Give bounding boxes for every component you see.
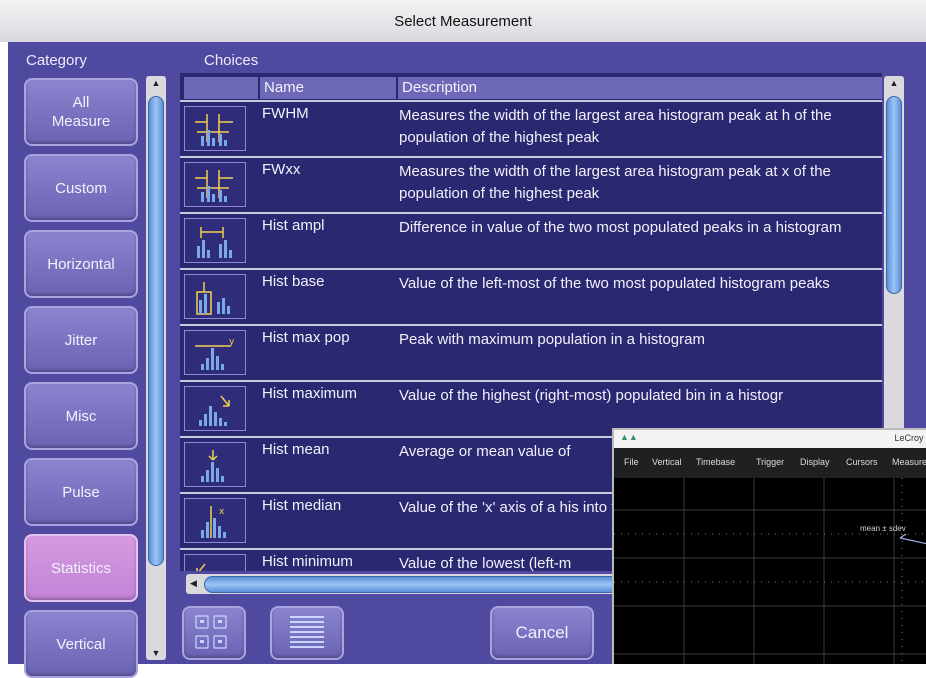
- fwhm-icon: [184, 106, 246, 151]
- scope-brand: LeCroy V: [894, 433, 926, 443]
- row-description: Peak with maximum population in a histog…: [399, 331, 705, 348]
- list-view-icon: [290, 616, 324, 648]
- scope-display-grid: [614, 478, 926, 664]
- category-all-measure-label: All Measure: [51, 94, 111, 130]
- choices-label: Choices: [204, 52, 259, 69]
- category-scroll-thumb[interactable]: [148, 96, 164, 566]
- row-name: Hist median: [262, 497, 342, 514]
- row-name: Hist ampl: [262, 217, 325, 234]
- scope-menu-display[interactable]: Display: [800, 457, 830, 467]
- category-scrollbar[interactable]: ▲ ▼: [146, 76, 166, 660]
- hist-minimum-icon: [184, 554, 246, 571]
- category-vertical-label: Vertical: [56, 635, 106, 653]
- dialog-title: Select Measurement: [394, 13, 532, 30]
- table-row[interactable]: FWxx Measures the width of the largest a…: [180, 156, 882, 212]
- row-description: Value of the highest (right-most) popula…: [399, 387, 784, 404]
- row-name: FWHM: [262, 105, 309, 122]
- category-misc[interactable]: Misc: [24, 382, 138, 450]
- row-description: Measures the width of the largest area h…: [399, 107, 832, 146]
- scope-menu-trigger[interactable]: Trigger: [756, 457, 784, 467]
- hist-mean-icon: [184, 442, 246, 487]
- table-header: Name Description: [180, 73, 882, 100]
- scope-title-bar: ▲▲ LeCroy V: [614, 430, 926, 448]
- scroll-down-arrow-icon[interactable]: ▼: [146, 648, 166, 658]
- scroll-left-arrow-icon[interactable]: ◀: [190, 578, 197, 589]
- category-label: Category: [26, 52, 87, 69]
- row-name: Hist mean: [262, 441, 330, 458]
- category-misc-label: Misc: [65, 407, 97, 425]
- svg-text:x: x: [219, 507, 225, 517]
- cancel-button-label: Cancel: [515, 623, 569, 642]
- category-list: All Measure Custom Horizontal Jitter Mis…: [24, 73, 142, 678]
- table-row[interactable]: y Hist max pop Peak with maximum populat…: [180, 324, 882, 380]
- row-name: Hist base: [262, 273, 325, 290]
- scroll-up-arrow-icon[interactable]: ▲: [884, 78, 904, 88]
- row-name: Hist max pop: [262, 329, 350, 346]
- list-view-button[interactable]: [270, 606, 344, 660]
- scope-menu-bar: File Vertical Timebase Trigger Display C…: [614, 448, 926, 478]
- scope-menu-measure[interactable]: Measure: [892, 457, 926, 467]
- category-pulse[interactable]: Pulse: [24, 458, 138, 526]
- category-vertical[interactable]: Vertical: [24, 610, 138, 678]
- description-column-header[interactable]: Description: [398, 77, 882, 99]
- category-custom-label: Custom: [55, 179, 107, 197]
- row-description: Measures the width of the largest area h…: [399, 163, 831, 202]
- fwxx-icon: [184, 162, 246, 207]
- table-row[interactable]: Hist ampl Difference in value of the two…: [180, 212, 882, 268]
- grid-view-icon: [195, 615, 227, 649]
- row-description: Difference in value of the two most popu…: [399, 219, 842, 236]
- scope-menu-timebase[interactable]: Timebase: [696, 457, 735, 467]
- category-pulse-label: Pulse: [62, 483, 100, 501]
- scope-menu-vertical[interactable]: Vertical: [652, 457, 682, 467]
- table-row[interactable]: FWHM Measures the width of the largest a…: [180, 100, 882, 156]
- category-all-measure[interactable]: All Measure: [24, 78, 138, 146]
- hist-ampl-icon: [184, 218, 246, 263]
- name-column-header[interactable]: Name: [260, 77, 396, 99]
- category-jitter-label: Jitter: [64, 331, 98, 349]
- scroll-up-arrow-icon[interactable]: ▲: [146, 78, 166, 88]
- hist-base-icon: [184, 274, 246, 319]
- scope-menu-cursors[interactable]: Cursors: [846, 457, 878, 467]
- category-custom[interactable]: Custom: [24, 154, 138, 222]
- dialog-title-bar: Select Measurement: [0, 0, 926, 42]
- category-jitter[interactable]: Jitter: [24, 306, 138, 374]
- grid-view-button[interactable]: [182, 606, 246, 660]
- category-horizontal-label: Horizontal: [47, 255, 115, 273]
- icon-column-header: [184, 77, 258, 99]
- choices-vertical-scroll-thumb[interactable]: [886, 96, 902, 294]
- category-statistics-label: Statistics: [50, 559, 111, 577]
- lecroy-logo-icon: ▲▲: [620, 432, 638, 442]
- row-name: FWxx: [262, 161, 301, 178]
- choices-horizontal-scroll-thumb[interactable]: [204, 576, 636, 593]
- scope-menu-file[interactable]: File: [624, 457, 639, 467]
- row-name: Hist maximum: [262, 385, 358, 402]
- hist-max-pop-icon: y: [184, 330, 246, 375]
- cancel-button[interactable]: Cancel: [490, 606, 594, 660]
- row-name: Hist minimum: [262, 553, 353, 570]
- hist-median-icon: x: [184, 498, 246, 543]
- mean-sdev-annotation: mean ± sdev: [860, 524, 906, 533]
- svg-text:y: y: [229, 337, 235, 347]
- category-horizontal[interactable]: Horizontal: [24, 230, 138, 298]
- row-description: Value of the left-most of the two most p…: [399, 275, 830, 292]
- hist-maximum-icon: [184, 386, 246, 431]
- table-row[interactable]: Hist base Value of the left-most of the …: [180, 268, 882, 324]
- category-statistics[interactable]: Statistics: [24, 534, 138, 602]
- oscilloscope-window: ▲▲ LeCroy V File Vertical Timebase Trigg…: [612, 428, 926, 664]
